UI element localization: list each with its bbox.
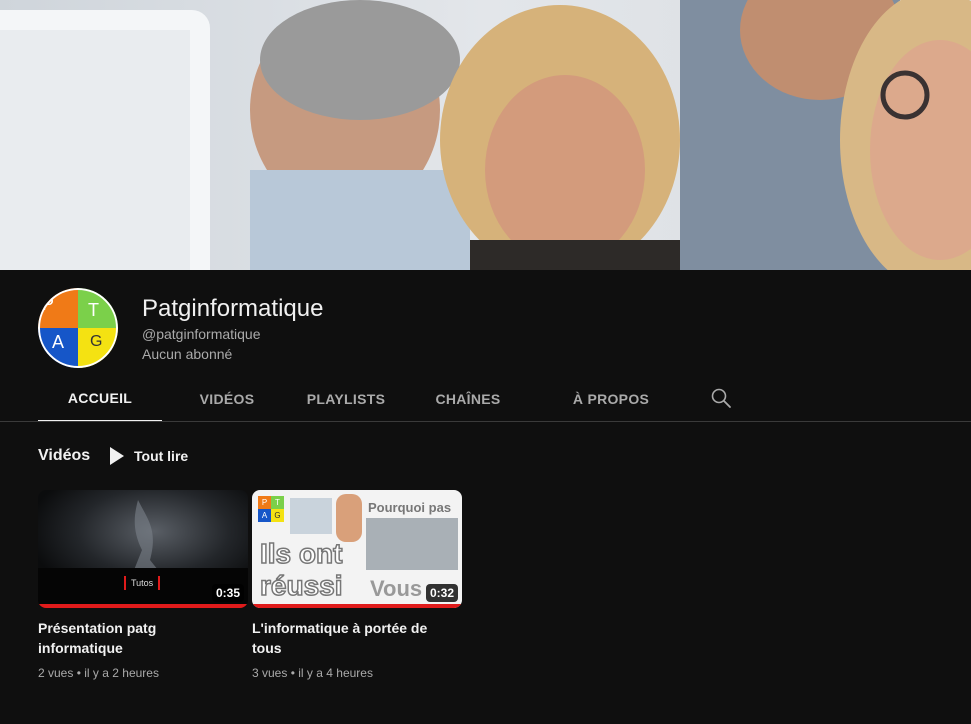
thumb-letter-t: T (271, 496, 284, 509)
channel-header: P T A G Patginformatique @patginformatiq… (0, 270, 971, 422)
video-metadata: 3 vues • il y a 4 heures (252, 666, 462, 680)
thumbnail-text-line1: Ils ont (259, 538, 343, 569)
section-title[interactable]: Vidéos (38, 447, 90, 465)
video-thumbnail[interactable]: P T A G Pourquoi pas Ils ont réussi Vous… (252, 490, 462, 608)
thumbs-up-icon (336, 494, 362, 542)
video-title[interactable]: L'informatique à portée de tous (252, 618, 432, 658)
thumbnail-photo (366, 518, 458, 570)
tab-videos[interactable]: VIDÉOS (170, 376, 284, 422)
thumb-letter-a: A (258, 509, 271, 522)
upload-age: il y a 4 heures (298, 666, 373, 680)
search-icon[interactable] (710, 387, 732, 409)
tabs-divider (0, 421, 971, 422)
play-icon (110, 447, 124, 465)
thumbnail-text-top: Pourquoi pas (368, 500, 452, 515)
view-count: 2 vues (38, 666, 74, 680)
tab-playlists[interactable]: PLAYLISTS (284, 376, 408, 422)
thumbnail-text-line2: réussi (259, 570, 343, 601)
tab-chaines[interactable]: CHAÎNES (410, 376, 526, 422)
watch-progress-bar (38, 604, 248, 608)
play-all-button[interactable]: Tout lire (106, 443, 188, 469)
video-duration: 0:35 (211, 584, 244, 602)
video-card[interactable]: P T A G Pourquoi pas Ils ont réussi Vous… (252, 490, 462, 680)
channel-tabs: ACCUEIL VIDÉOS PLAYLISTS CHAÎNES À PROPO… (38, 376, 666, 422)
tab-a-propos[interactable]: À PROPOS (556, 376, 666, 422)
channel-avatar[interactable]: P T A G (38, 288, 118, 368)
thumbnail-caption: Tutos (131, 578, 154, 588)
watch-progress-bar (252, 604, 462, 608)
avatar-ring (38, 288, 118, 368)
channel-handle: @patginformatique (142, 326, 261, 342)
video-thumbnail[interactable]: Tutos 0:35 (38, 490, 248, 608)
view-count: 3 vues (252, 666, 288, 680)
thumbnail-logo: P T A G (258, 496, 284, 522)
thumbnail-text-vous: Vous (370, 576, 423, 601)
subscriber-count: Aucun abonné (142, 346, 233, 362)
video-title[interactable]: Présentation patg informatique (38, 618, 218, 658)
upload-age: il y a 2 heures (84, 666, 159, 680)
play-all-label: Tout lire (134, 448, 189, 464)
video-duration: 0:32 (425, 584, 458, 602)
video-card[interactable]: Tutos 0:35 Présentation patg informatiqu… (38, 490, 248, 680)
thumb-letter-g: G (271, 509, 284, 522)
tab-accueil[interactable]: ACCUEIL (38, 376, 162, 422)
thumbnail-photo (290, 498, 332, 534)
thumb-letter-p: P (258, 496, 271, 509)
video-metadata: 2 vues • il y a 2 heures (38, 666, 248, 680)
channel-name: Patginformatique (142, 295, 324, 322)
channel-banner (0, 0, 971, 270)
